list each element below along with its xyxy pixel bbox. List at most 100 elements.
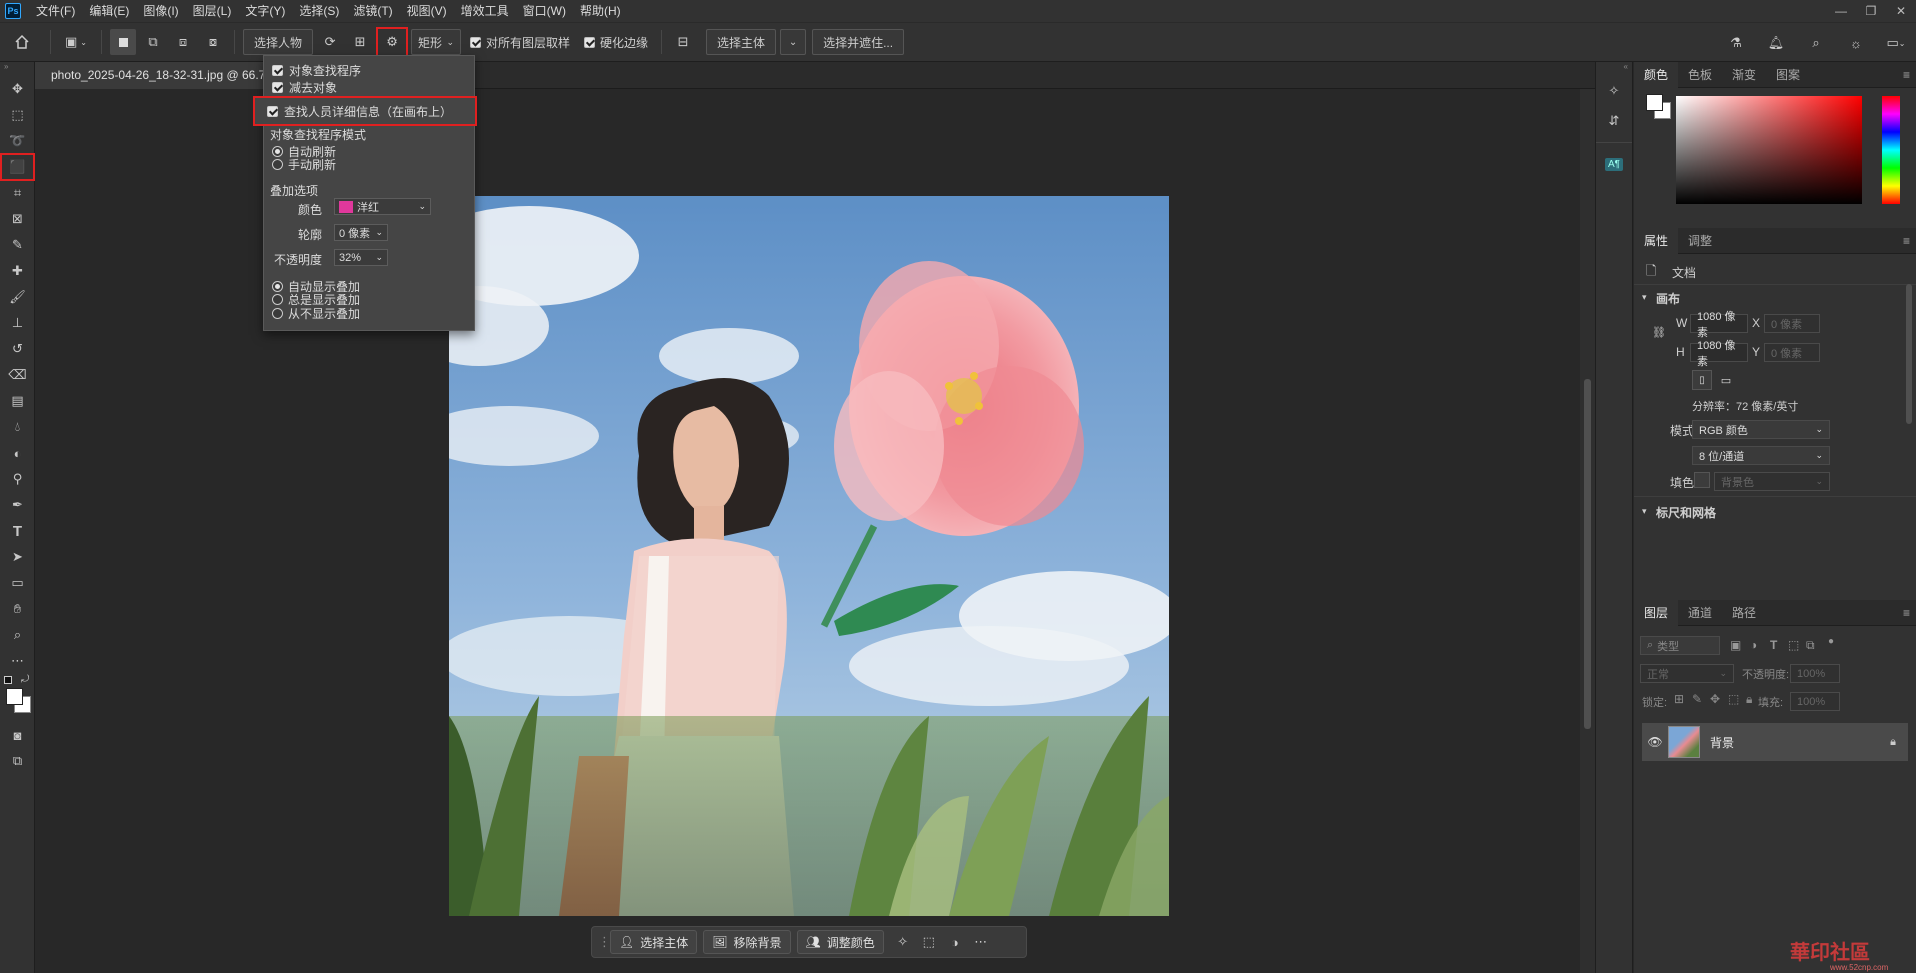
tab-patterns[interactable]: 图案 bbox=[1766, 62, 1810, 88]
color-field[interactable] bbox=[1676, 96, 1862, 204]
sparkle-panel-icon[interactable]: ✧ bbox=[1596, 76, 1632, 106]
fill-select[interactable]: 背景色 ⌄ bbox=[1714, 472, 1830, 491]
filter-pixel-icon[interactable]: ▣ bbox=[1730, 638, 1741, 652]
tool-preset-icon[interactable]: ▣ ⌄ bbox=[59, 29, 93, 55]
blend-mode-select[interactable]: 正常 ⌄ bbox=[1640, 664, 1734, 683]
never-show-overlay-radio[interactable]: 从不显示叠加 bbox=[272, 305, 360, 322]
select-person-button[interactable]: 选择人物 bbox=[243, 29, 314, 55]
quick-mask-icon[interactable]: ◙ bbox=[0, 722, 35, 748]
lasso-tool-icon[interactable]: ➰ bbox=[0, 128, 35, 154]
link-icon[interactable]: ⛓ bbox=[1652, 326, 1666, 339]
close-icon[interactable]: ✕ bbox=[1886, 0, 1916, 22]
history-panel-icon[interactable]: ⇵ bbox=[1596, 106, 1632, 136]
panel-collapse-icon[interactable]: « bbox=[1596, 62, 1632, 76]
foreground-color-swatch[interactable] bbox=[1646, 94, 1663, 111]
color-mode-select[interactable]: RGB 颜色 ⌄ bbox=[1692, 420, 1830, 439]
panel-scrollbar[interactable] bbox=[1906, 284, 1912, 424]
chevron-down-icon[interactable]: ▾ bbox=[1642, 292, 1647, 303]
workspace-icon[interactable]: ▭ ⌄ bbox=[1878, 30, 1914, 56]
select-subject-context-button[interactable]: 👤︎ 选择主体 bbox=[610, 930, 698, 954]
mask-icon[interactable]: ◑ bbox=[942, 935, 968, 950]
vertical-scrollbar[interactable] bbox=[1580, 89, 1595, 973]
lock-pixels-icon[interactable]: ✎ bbox=[1692, 692, 1702, 706]
blur-tool-icon[interactable]: 💧︎ bbox=[0, 414, 35, 440]
filter-shape-icon[interactable]: ⬚ bbox=[1788, 638, 1799, 652]
healing-brush-icon[interactable]: ✚ bbox=[0, 258, 35, 284]
tab-channels[interactable]: 通道 bbox=[1678, 600, 1722, 626]
sample-all-layers-checkbox[interactable]: 对所有图层取样 bbox=[470, 34, 570, 51]
tab-layers[interactable]: 图层 bbox=[1634, 599, 1679, 626]
tab-color[interactable]: 颜色 bbox=[1634, 61, 1679, 88]
overlay-color-select[interactable]: 洋红 ⌄ bbox=[334, 198, 431, 215]
tab-adjustments[interactable]: 调整 bbox=[1678, 228, 1722, 254]
dodge-tool-icon[interactable]: ◐ bbox=[0, 440, 35, 466]
tab-swatches[interactable]: 色板 bbox=[1678, 62, 1722, 88]
layer-opacity-field[interactable]: 100% bbox=[1790, 664, 1840, 683]
rectangle-tool-icon[interactable]: ▭ bbox=[0, 570, 35, 596]
show-all-objects-icon[interactable]: ⊞ bbox=[347, 29, 373, 55]
menu-filter[interactable]: 滤镜(T) bbox=[346, 0, 399, 22]
select-subject-button[interactable]: 选择主体 bbox=[706, 29, 777, 55]
lock-position-icon[interactable]: ✥ bbox=[1710, 692, 1720, 706]
panel-menu-icon[interactable]: ≡ bbox=[1903, 606, 1910, 620]
menu-edit[interactable]: 编辑(E) bbox=[82, 0, 136, 22]
layer-filter-select[interactable]: ⌕ 类型 bbox=[1640, 636, 1720, 655]
select-and-mask-button[interactable]: 选择并遮住... bbox=[812, 29, 905, 55]
pen-tool-icon[interactable]: ✒ bbox=[0, 492, 35, 518]
add-selection-icon[interactable]: ⧉ bbox=[140, 29, 166, 55]
color-swatches[interactable]: ⤾ bbox=[0, 674, 34, 722]
menu-layer[interactable]: 图层(L) bbox=[186, 0, 239, 22]
y-field[interactable]: 0 像素 bbox=[1764, 343, 1820, 362]
sponge-tool-icon[interactable]: ⚲ bbox=[0, 466, 35, 492]
find-person-details-checkbox[interactable]: 查找人员详细信息（在画布上） bbox=[253, 96, 477, 126]
tab-properties[interactable]: 属性 bbox=[1634, 227, 1679, 254]
subtract-selection-icon[interactable]: ⧈ bbox=[170, 29, 196, 55]
search-icon[interactable]: ⌕ bbox=[1798, 30, 1834, 56]
menu-image[interactable]: 图像(I) bbox=[136, 0, 185, 22]
rulers-grids-section-title[interactable]: 标尺和网格 bbox=[1656, 504, 1716, 521]
x-field[interactable]: 0 像素 bbox=[1764, 314, 1820, 333]
panel-menu-icon[interactable]: ≡ bbox=[1903, 68, 1910, 82]
lightbulb-icon[interactable]: ☼ bbox=[1838, 30, 1874, 56]
menu-view[interactable]: 视图(V) bbox=[400, 0, 454, 22]
more-tools-icon[interactable]: ⋯ bbox=[0, 648, 35, 674]
lock-icon[interactable]: 🔒︎ bbox=[1890, 736, 1896, 749]
tab-paths[interactable]: 路径 bbox=[1722, 600, 1766, 626]
move-tool-icon[interactable]: ✥ bbox=[0, 76, 35, 102]
tab-gradients[interactable]: 渐变 bbox=[1722, 62, 1766, 88]
stamp-tool-icon[interactable]: ⊥ bbox=[0, 310, 35, 336]
new-selection-icon[interactable] bbox=[110, 29, 136, 55]
default-colors-icon[interactable] bbox=[4, 676, 12, 684]
filter-smart-icon[interactable]: ⧉ bbox=[1806, 638, 1815, 653]
character-panel-icon[interactable]: A¶ bbox=[1596, 149, 1632, 179]
layer-row-background[interactable]: 👁︎ 背景 🔒︎ bbox=[1642, 723, 1908, 761]
settings-gear-icon[interactable]: ⚙ bbox=[376, 27, 409, 57]
height-field[interactable]: 1080 像素 bbox=[1690, 340, 1748, 368]
landscape-orientation-icon[interactable]: ▭ bbox=[1716, 370, 1736, 390]
crop-tool-icon[interactable]: ⌗ bbox=[0, 180, 35, 206]
layer-fill-field[interactable]: 100% bbox=[1790, 692, 1840, 711]
refresh-icon[interactable]: ⟳ bbox=[317, 29, 343, 55]
filter-toggle-icon[interactable]: ● bbox=[1828, 636, 1834, 647]
remove-background-button[interactable]: 🖼︎ 移除背景 bbox=[703, 930, 791, 954]
subtract-object-checkbox[interactable]: 减去对象 bbox=[272, 79, 337, 96]
minimize-icon[interactable]: — bbox=[1826, 0, 1856, 22]
zoom-tool-icon[interactable]: ⌕ bbox=[0, 622, 35, 648]
adjust-color-button[interactable]: 👥︎ 调整颜色 bbox=[796, 930, 884, 954]
menu-file[interactable]: 文件(F) bbox=[29, 0, 82, 22]
transform-icon[interactable]: ⬚ bbox=[916, 934, 942, 950]
intersect-selection-icon[interactable]: ⧇ bbox=[200, 29, 226, 55]
manual-refresh-radio[interactable]: 手动刷新 bbox=[272, 156, 336, 173]
bell-icon[interactable]: 🔔︎ bbox=[1758, 30, 1794, 56]
flask-icon[interactable]: ⚗ bbox=[1718, 30, 1754, 56]
history-brush-icon[interactable]: ↺ bbox=[0, 336, 35, 362]
brush-tool-icon[interactable]: 🖌︎ bbox=[0, 284, 35, 310]
hue-slider[interactable] bbox=[1882, 96, 1900, 204]
foreground-color-swatch[interactable] bbox=[6, 688, 23, 705]
menu-window[interactable]: 窗口(W) bbox=[516, 0, 573, 22]
mode-select[interactable]: 矩形 ⌄ bbox=[411, 29, 462, 55]
home-icon[interactable] bbox=[2, 29, 42, 55]
screen-mode-icon[interactable]: ⧉ bbox=[0, 748, 35, 774]
frame-tool-icon[interactable]: ⊠ bbox=[0, 206, 35, 232]
drag-handle-icon[interactable]: ⋮ bbox=[598, 934, 611, 950]
